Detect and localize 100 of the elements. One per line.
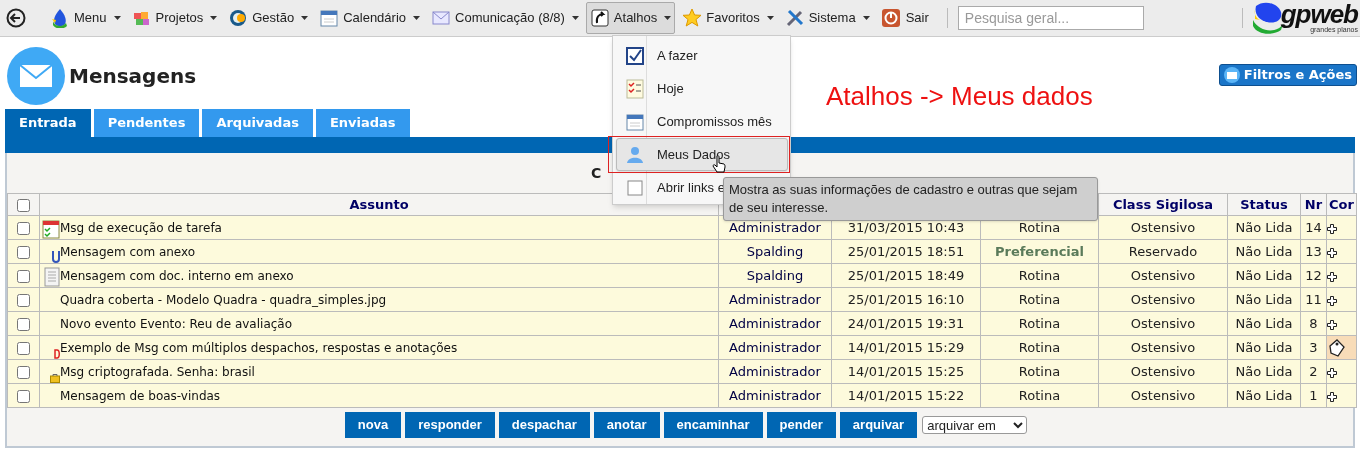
- table-cell: 31/03/2015 10:43: [847, 219, 965, 235]
- back-icon: [6, 8, 26, 28]
- table-cell: Não Lida: [1235, 363, 1293, 379]
- column-header: Assunto: [349, 196, 409, 212]
- table-cell: Não Lida: [1235, 267, 1293, 283]
- column-header: Status: [1240, 196, 1288, 212]
- d-mark-icon: [54, 348, 60, 359]
- checkbox-tick-icon: [625, 45, 645, 66]
- table-cell: Rotina: [1018, 339, 1061, 355]
- row-checkbox[interactable]: [17, 341, 30, 355]
- action-button[interactable]: anotar: [593, 412, 660, 438]
- column-header: Nr: [1304, 196, 1323, 212]
- table-cell: 14/01/2015 15:29: [847, 339, 965, 355]
- caret-icon: [113, 16, 121, 20]
- checklist-icon: [625, 78, 645, 99]
- search-field[interactable]: Pesquisa geral...: [957, 6, 1144, 30]
- row-checkbox[interactable]: [17, 269, 30, 283]
- row-checkbox[interactable]: [17, 389, 30, 403]
- table-cell: 14/01/2015 15:25: [847, 363, 965, 379]
- menu-item[interactable]: Meus Dados: [616, 138, 788, 171]
- action-button[interactable]: pender: [766, 412, 836, 438]
- table-cell: Rotina: [1018, 387, 1061, 403]
- menu-item[interactable]: Compromissos mês: [616, 105, 788, 138]
- drop-icon: [50, 8, 70, 28]
- envelope-icon: [1223, 67, 1240, 83]
- row-checkbox[interactable]: [17, 293, 30, 307]
- row-checkbox[interactable]: [17, 365, 30, 379]
- menu-item[interactable]: Hoje: [616, 72, 788, 105]
- caret-icon: [766, 16, 774, 20]
- table-cell: 3: [1309, 339, 1318, 355]
- task-calendar-icon: [42, 218, 60, 239]
- menu-item[interactable]: Comunicação (8/8): [427, 2, 583, 34]
- table-cell: Não Lida: [1235, 243, 1293, 259]
- table-cell: 11: [1305, 291, 1322, 307]
- menu-item[interactable]: Projetos: [127, 2, 222, 34]
- calendar-icon: [319, 8, 340, 28]
- lock-icon: [50, 372, 60, 383]
- table-cell: 14: [1305, 219, 1322, 235]
- menu-item[interactable]: Menu: [46, 2, 125, 34]
- action-button[interactable]: arquivar: [839, 412, 918, 438]
- caret-icon: [301, 16, 309, 20]
- menu-item[interactable]: A fazer: [616, 39, 788, 72]
- envelope-icon: [7, 47, 65, 105]
- table-cell: Rotina: [1018, 219, 1061, 235]
- logo-text: gpweb: [1280, 2, 1358, 26]
- caret-icon: [571, 16, 579, 20]
- table-cell: Ostensivo: [1130, 267, 1196, 283]
- table-cell: Rotina: [1018, 315, 1061, 331]
- table-cell: Spalding: [746, 267, 804, 283]
- page-title: Mensagens: [69, 63, 197, 90]
- action-button[interactable]: responder: [405, 412, 495, 438]
- table-cell: Administrador: [729, 387, 821, 403]
- table-cell: 12: [1305, 267, 1322, 283]
- table-cell: 8: [1309, 315, 1318, 331]
- menu-item[interactable]: Sistema: [780, 2, 874, 34]
- table-cell: Spalding: [746, 243, 804, 259]
- table-cell: 24/01/2015 19:31: [847, 315, 965, 331]
- caret-icon: [664, 16, 672, 20]
- person-icon: [625, 144, 645, 165]
- table-cell: Rotina: [1018, 363, 1061, 379]
- document-icon: [44, 266, 60, 287]
- table-cell: Ostensivo: [1130, 387, 1196, 403]
- column-header: Class Sigilosa: [1112, 196, 1214, 212]
- table-cell: Rotina: [1018, 267, 1061, 283]
- calendar-icon: [625, 111, 645, 132]
- table-cell: Não Lida: [1235, 219, 1293, 235]
- table-cell-text: Exemplo de Msg com múltiplos despachos, respostas e anotações: [60, 339, 458, 357]
- archive-select[interactable]: arquivar em: [922, 416, 1028, 434]
- row-checkbox[interactable]: [17, 245, 30, 259]
- globe-icon: [228, 8, 249, 28]
- caret-icon: [413, 16, 421, 20]
- column-header: Cor: [1329, 196, 1354, 212]
- menu-item[interactable]: Favoritos: [678, 2, 778, 34]
- table-cell: Não Lida: [1235, 387, 1293, 403]
- select-all-checkbox[interactable]: [17, 198, 30, 212]
- table-cell: Preferencial: [994, 243, 1085, 259]
- table-cell: Administrador: [729, 363, 821, 379]
- action-button[interactable]: encaminhar: [663, 412, 763, 438]
- table-cell-text: Quadra coberta - Modelo Quadra - quadra_simples.jpg: [60, 291, 387, 309]
- table-cell: Administrador: [729, 339, 821, 355]
- table-cell: 2: [1309, 363, 1318, 379]
- tab[interactable]: Entrada: [5, 109, 91, 137]
- table-cell: 13: [1305, 243, 1322, 259]
- action-button[interactable]: nova: [344, 412, 402, 438]
- table-cell: Administrador: [729, 291, 821, 307]
- action-button[interactable]: despachar: [498, 412, 590, 438]
- exit-button[interactable]: Sair: [876, 2, 933, 34]
- row-checkbox[interactable]: [17, 317, 30, 331]
- table-cell: 1: [1309, 387, 1318, 403]
- tooltip: Mostra as suas informações de cadastro e outras que sejam de seu interesse.: [723, 177, 1098, 221]
- power-icon: [880, 8, 901, 28]
- menu-item[interactable]: Atalhos: [585, 2, 676, 34]
- paperclip-icon: [52, 248, 60, 263]
- filters-button[interactable]: Filtros e Ações: [1218, 64, 1357, 86]
- menu-item[interactable]: Gestão: [224, 2, 313, 34]
- envelope-icon: [431, 8, 452, 28]
- row-checkbox[interactable]: [17, 221, 30, 235]
- menu-item[interactable]: Calendário: [315, 2, 425, 34]
- table-cell: Ostensivo: [1130, 291, 1196, 307]
- table-cell: Ostensivo: [1130, 219, 1196, 235]
